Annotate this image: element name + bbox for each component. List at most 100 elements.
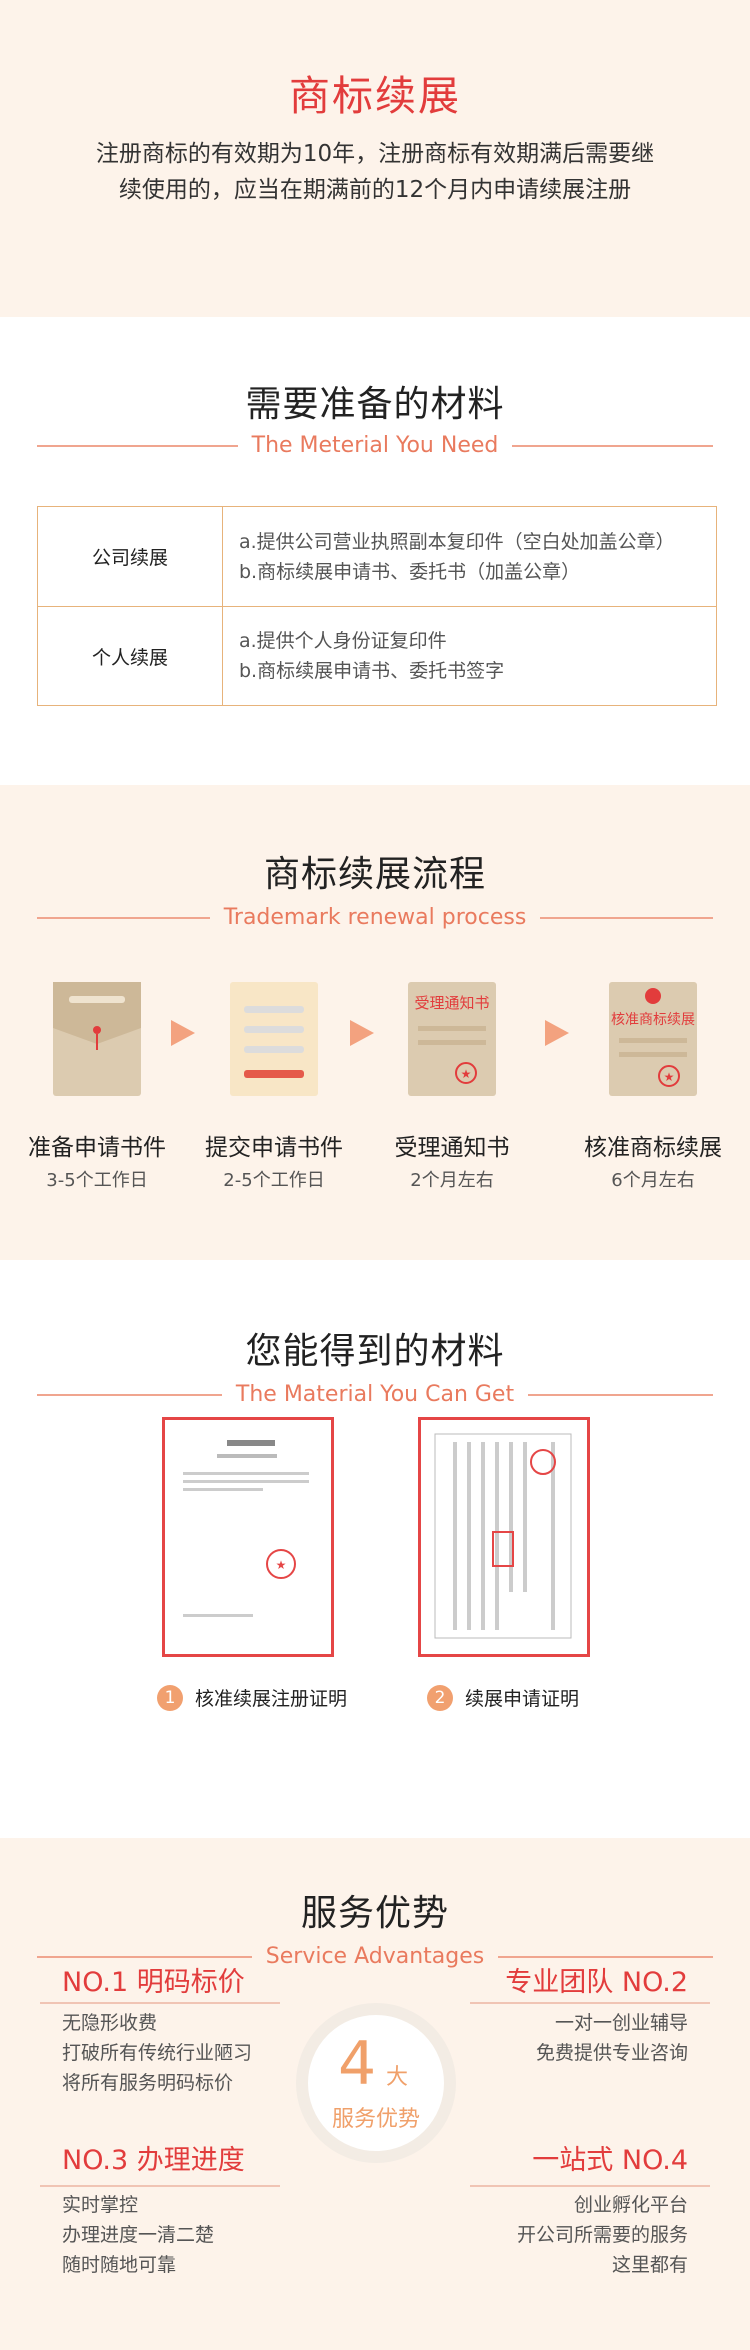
divider-line bbox=[40, 2002, 280, 2004]
page: 商标续展 注册商标的有效期为10年，注册商标有效期满后需要继 续使用的，应当在期… bbox=[0, 0, 750, 2350]
row-item: a.提供个人身份证复印件 bbox=[239, 630, 447, 652]
materials-subtitle: The Meterial You Need bbox=[251, 433, 499, 458]
advantage-line: 开公司所需要的服务 bbox=[516, 2224, 688, 2246]
advantages-title: 服务优势 bbox=[300, 1893, 449, 1934]
advantage-list: 一对一创业辅导 免费提供专业咨询 bbox=[536, 2008, 688, 2068]
svg-text:★: ★ bbox=[461, 1067, 472, 1081]
svg-text:★: ★ bbox=[664, 1070, 675, 1084]
process-step: 准备申请书件 3-5个工作日 bbox=[12, 978, 182, 1192]
advantage-list: 创业孵化平台 开公司所需要的服务 这里都有 bbox=[517, 2190, 688, 2280]
badge-number: 4 bbox=[338, 2029, 377, 2099]
advantage-line: 实时掌控 bbox=[62, 2194, 139, 2216]
divider-line bbox=[37, 444, 238, 447]
process-step: 核准商标续展 ★ 核准商标续展 6个月左右 bbox=[568, 978, 738, 1192]
badge-label: 服务优势 bbox=[331, 2107, 420, 2132]
intro-section: 商标续展 注册商标的有效期为10年，注册商标有效期满后需要继 续使用的，应当在期… bbox=[0, 0, 750, 317]
intro-description: 注册商标的有效期为10年，注册商标有效期满后需要继 续使用的，应当在期满前的12… bbox=[0, 136, 750, 208]
divider-line bbox=[37, 916, 210, 919]
result-caption: 2 续展申请证明 bbox=[427, 1684, 579, 1711]
advantages-subtitle: Service Advantages bbox=[265, 1944, 485, 1969]
step-name: 准备申请书件 bbox=[28, 1135, 166, 1161]
envelope-icon bbox=[51, 978, 143, 1100]
divider-line bbox=[540, 916, 713, 919]
row-item: b.商标续展申请书、委托书（加盖公章） bbox=[239, 560, 581, 583]
table-row: 个人续展 a.提供个人身份证复印件 b.商标续展申请书、委托书签字 bbox=[38, 606, 716, 705]
advantage-line: 打破所有传统行业陋习 bbox=[62, 2042, 253, 2064]
process-step: 受理通知书 ★ 受理通知书 2个月左右 bbox=[367, 978, 537, 1192]
svg-text:核准商标续展: 核准商标续展 bbox=[611, 1011, 695, 1028]
process-section: 商标续展流程 Trademark renewal process 准备申请书件 … bbox=[0, 785, 750, 1260]
process-steps: 准备申请书件 3-5个工作日 提交申请书件 2-5个工作日 受理通知书 ★ 受理… bbox=[0, 978, 750, 1218]
table-row: 公司续展 a.提供公司营业执照副本复印件（空白处加盖公章） b.商标续展申请书、… bbox=[38, 507, 716, 606]
advantage-line: 这里都有 bbox=[611, 2254, 688, 2276]
divider-line bbox=[37, 1393, 222, 1396]
approval-icon: 核准商标续展 ★ bbox=[607, 978, 699, 1100]
number-badge: 2 bbox=[427, 1684, 453, 1711]
step-name: 核准商标续展 bbox=[584, 1135, 722, 1161]
step-duration: 6个月左右 bbox=[611, 1170, 695, 1191]
divider-line bbox=[470, 2185, 710, 2187]
advantage-line: 创业孵化平台 bbox=[573, 2194, 688, 2216]
results-subtitle-row: The Material You Can Get bbox=[37, 1382, 713, 1407]
materials-subtitle-row: The Meterial You Need bbox=[37, 433, 713, 458]
svg-text:受理通知书: 受理通知书 bbox=[414, 994, 489, 1012]
row-item: b.商标续展申请书、委托书签字 bbox=[239, 660, 505, 682]
step-name: 提交申请书件 bbox=[205, 1135, 343, 1161]
badge-big: 大 bbox=[386, 2065, 409, 2090]
step-duration: 2-5个工作日 bbox=[223, 1170, 325, 1191]
divider-line bbox=[37, 1955, 252, 1958]
notice-icon: 受理通知书 ★ bbox=[406, 978, 498, 1100]
divider-line bbox=[528, 1393, 713, 1396]
row-items: a.提供公司营业执照副本复印件（空白处加盖公章） b.商标续展申请书、委托书（加… bbox=[223, 507, 716, 606]
divider-line bbox=[512, 444, 713, 447]
process-heading: 商标续展流程 Trademark renewal process bbox=[0, 785, 750, 930]
row-label: 公司续展 bbox=[38, 507, 223, 606]
materials-title: 需要准备的材料 bbox=[245, 384, 505, 425]
advantage-title: 一站式 NO.4 bbox=[532, 2145, 688, 2176]
advantage-line: 无隐形收费 bbox=[62, 2012, 158, 2034]
advantage-line: 随时随地可靠 bbox=[62, 2254, 177, 2276]
process-title: 商标续展流程 bbox=[263, 854, 486, 895]
step-duration: 3-5个工作日 bbox=[46, 1170, 148, 1191]
divider-line bbox=[470, 2002, 710, 2004]
step-duration: 2个月左右 bbox=[410, 1170, 494, 1191]
process-step: 提交申请书件 2-5个工作日 bbox=[189, 978, 359, 1192]
application-proof-image bbox=[418, 1417, 590, 1657]
svg-text:★: ★ bbox=[276, 1558, 287, 1572]
advantage-line: 办理进度一清二楚 bbox=[62, 2224, 215, 2246]
row-item: a.提供公司营业执照副本复印件（空白处加盖公章） bbox=[239, 530, 675, 553]
divider-line bbox=[40, 2185, 280, 2187]
arrow-right-icon bbox=[545, 1020, 569, 1046]
process-subtitle: Trademark renewal process bbox=[223, 905, 527, 930]
advantage-line: 一对一创业辅导 bbox=[554, 2012, 688, 2034]
results-heading: 您能得到的材料 The Material You Can Get bbox=[0, 1260, 750, 1407]
number-badge: 1 bbox=[157, 1684, 183, 1711]
advantage-line: 将所有服务明码标价 bbox=[62, 2072, 234, 2094]
process-subtitle-row: Trademark renewal process bbox=[37, 905, 713, 930]
result-caption: 1 核准续展注册证明 bbox=[157, 1684, 347, 1711]
intro-line-1: 注册商标的有效期为10年，注册商标有效期满后需要继 bbox=[95, 141, 655, 167]
row-label: 个人续展 bbox=[38, 607, 223, 705]
page-title: 商标续展 bbox=[289, 72, 461, 120]
advantage-list: 无隐形收费 打破所有传统行业陋习 将所有服务明码标价 bbox=[62, 2008, 252, 2098]
results-subtitle: The Material You Can Get bbox=[235, 1382, 515, 1407]
divider-line bbox=[498, 1955, 714, 1958]
advantage-title: 专业团队 NO.2 bbox=[505, 1967, 688, 1998]
caption-text: 续展申请证明 bbox=[465, 1688, 580, 1710]
certificate-image: ★ bbox=[162, 1417, 334, 1657]
advantage-title: NO.1 明码标价 bbox=[62, 1967, 245, 1998]
intro-line-2: 续使用的，应当在期满前的12个月内申请续展注册 bbox=[118, 177, 632, 203]
advantages-badge: 4 大 服务优势 bbox=[296, 2003, 456, 2163]
materials-table: 公司续展 a.提供公司营业执照副本复印件（空白处加盖公章） b.商标续展申请书、… bbox=[37, 506, 717, 706]
advantages-heading: 服务优势 Service Advantages bbox=[0, 1838, 750, 1969]
caption-text: 核准续展注册证明 bbox=[195, 1688, 348, 1710]
row-items: a.提供个人身份证复印件 b.商标续展申请书、委托书签字 bbox=[223, 607, 716, 705]
advantage-title: NO.3 办理进度 bbox=[62, 2145, 245, 2176]
materials-section: 需要准备的材料 The Meterial You Need 公司续展 a.提供公… bbox=[0, 317, 750, 785]
results-section: 您能得到的材料 The Material You Can Get ★ 1 核准续… bbox=[0, 1260, 750, 1838]
materials-heading: 需要准备的材料 The Meterial You Need bbox=[0, 317, 750, 458]
advantages-section: 服务优势 Service Advantages NO.1 明码标价 无隐形收费 … bbox=[0, 1838, 750, 2350]
results-title: 您能得到的材料 bbox=[245, 1331, 505, 1372]
document-icon bbox=[228, 978, 320, 1100]
advantage-line: 免费提供专业咨询 bbox=[535, 2042, 688, 2064]
